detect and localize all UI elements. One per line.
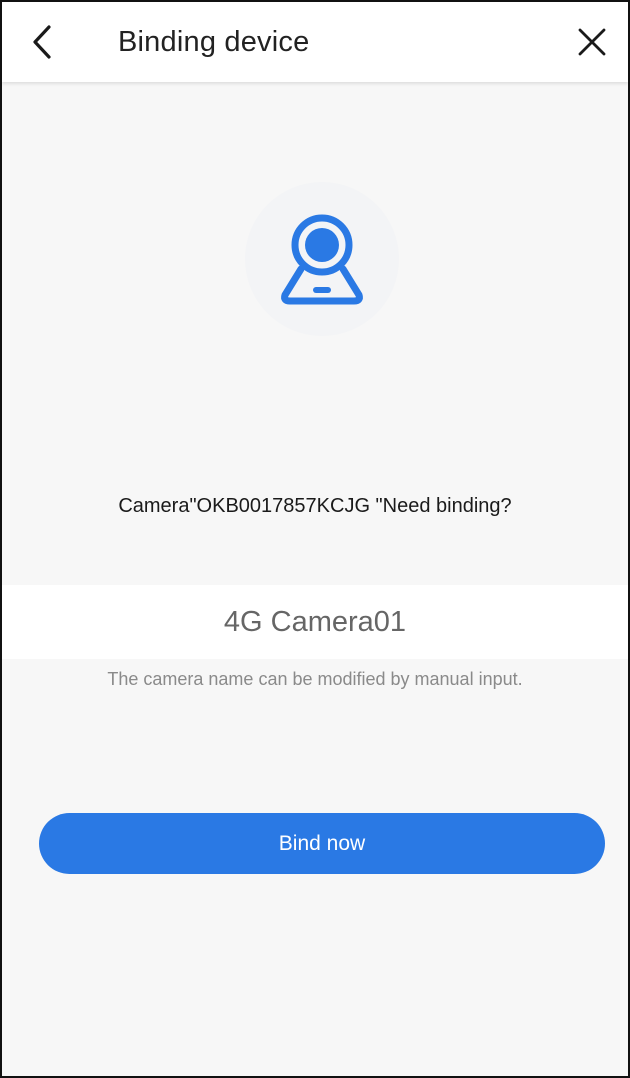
binding-device-screen: Binding device Camera"OKB0017857KCJG "Ne… xyxy=(0,0,630,1078)
close-button[interactable] xyxy=(568,18,616,66)
webcam-icon xyxy=(281,214,363,305)
header-bar: Binding device xyxy=(2,2,628,82)
back-button[interactable] xyxy=(20,18,64,66)
page-title: Binding device xyxy=(118,26,310,58)
chevron-left-icon xyxy=(33,25,51,59)
bind-now-button[interactable]: Bind now xyxy=(39,813,605,874)
device-icon-container xyxy=(245,182,399,336)
bind-question-text: Camera"OKB0017857KCJG "Need binding? xyxy=(118,495,512,517)
close-icon xyxy=(578,28,606,56)
camera-name-input[interactable] xyxy=(2,585,628,659)
camera-name-row xyxy=(2,585,628,659)
camera-name-hint: The camera name can be modified by manua… xyxy=(107,669,523,689)
